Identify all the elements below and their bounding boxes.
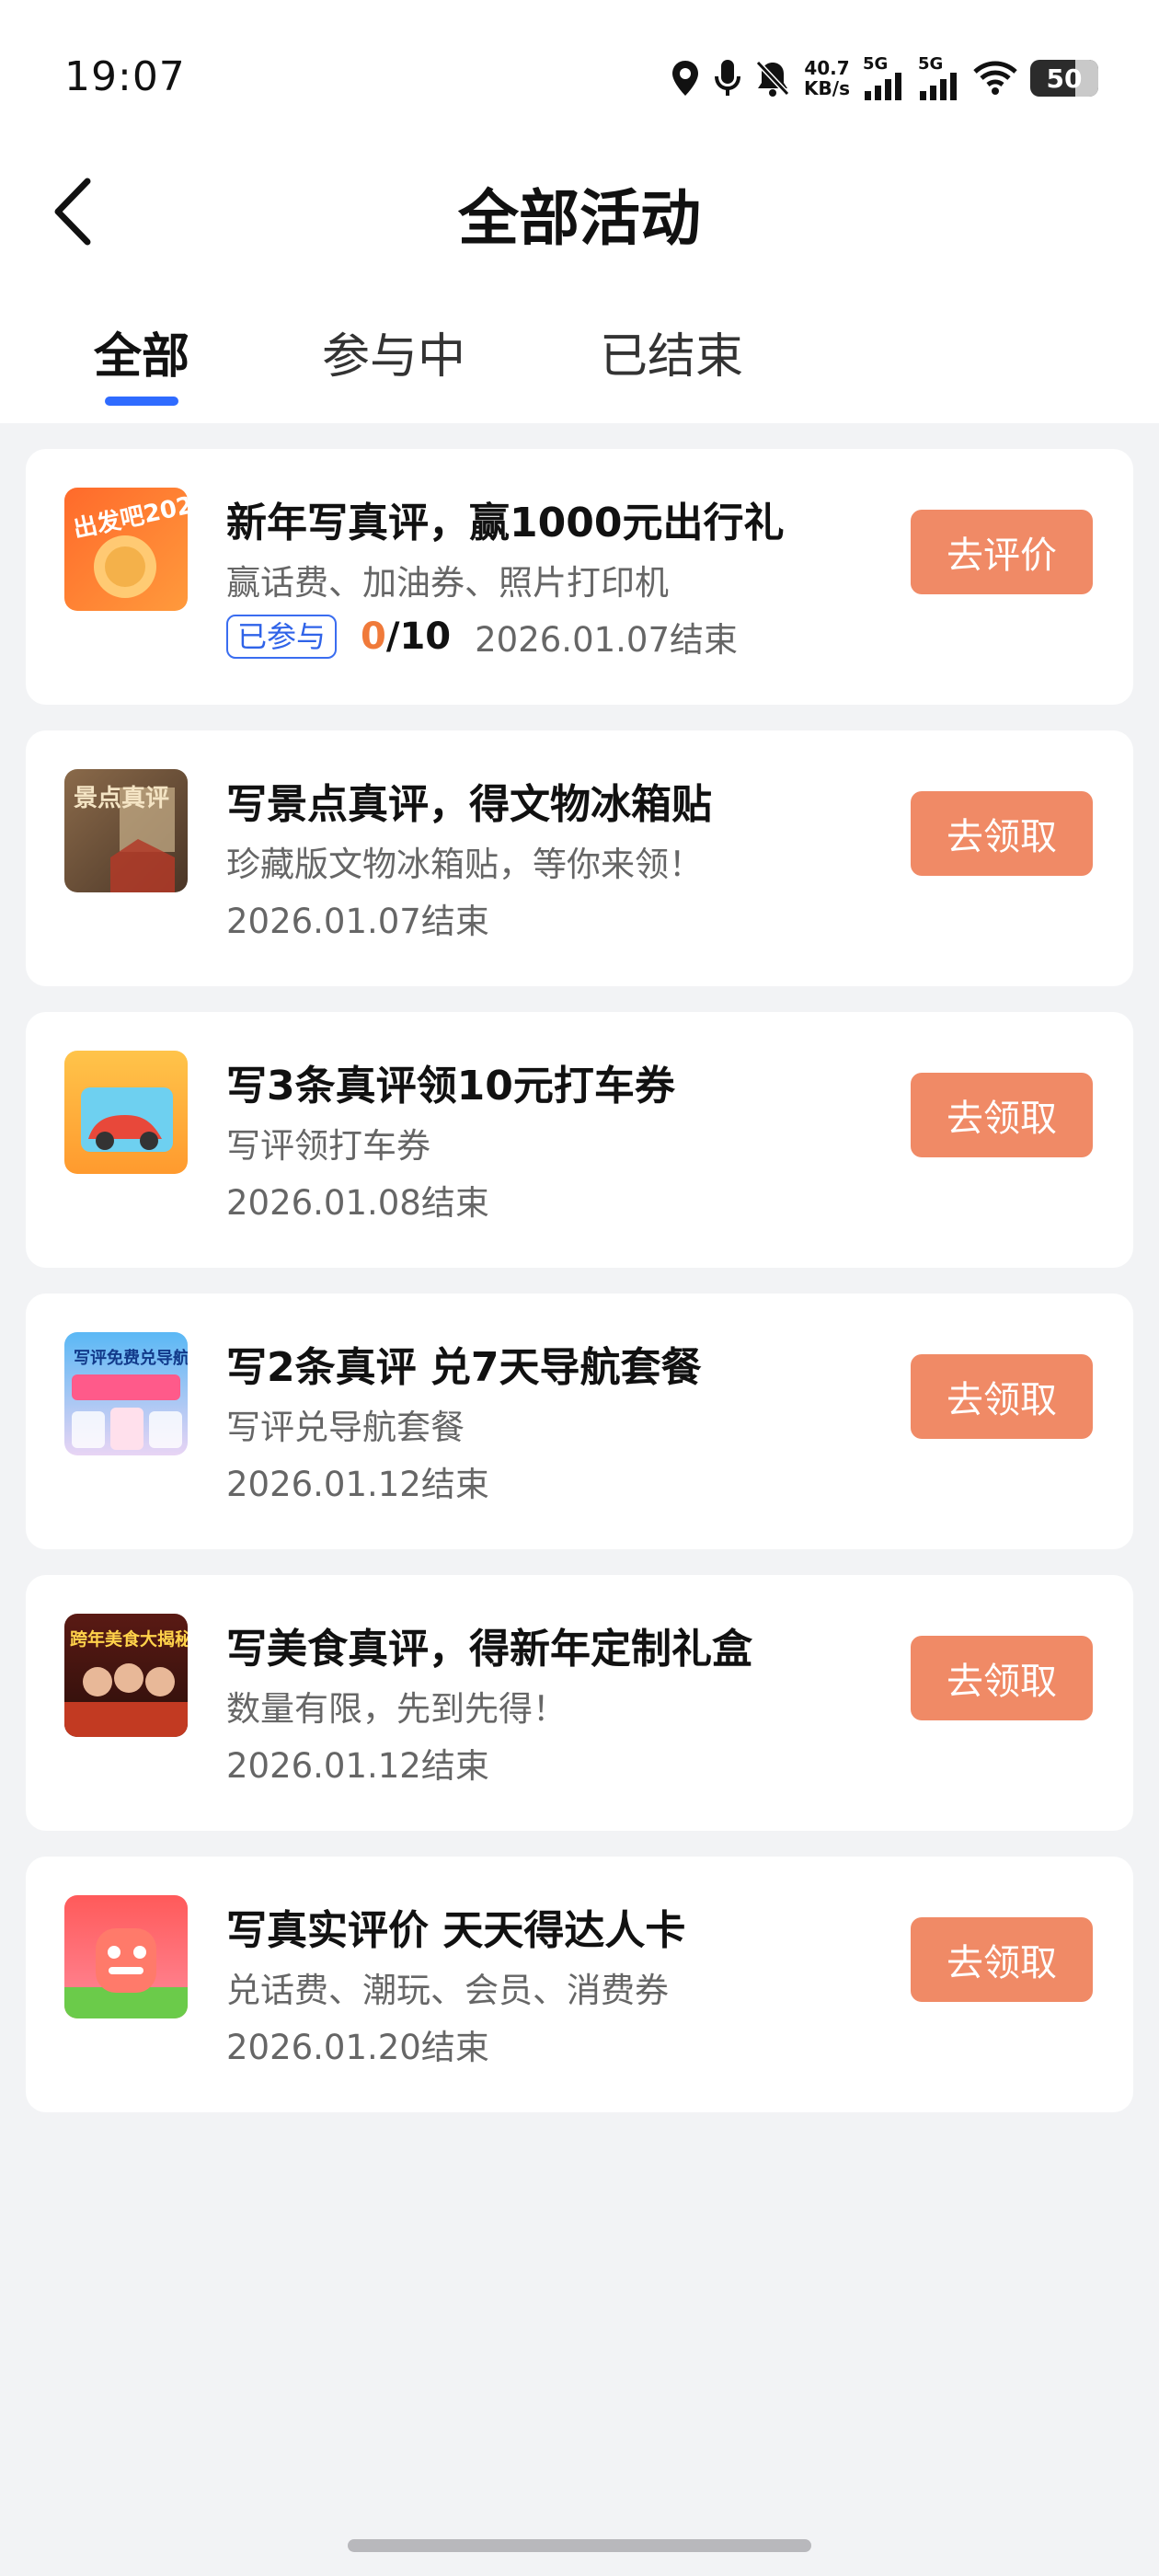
end-date: 2026.01.12结束 (226, 1746, 489, 1786)
activity-meta: 2026.01.08结束 (226, 1175, 489, 1225)
tab-bar: 全部 参与中 已结束 (0, 299, 1159, 409)
microphone-icon (714, 53, 741, 103)
end-date: 2026.01.08结束 (226, 1183, 489, 1223)
activity-thumbnail: 写评免费兑导航套餐 (64, 1332, 188, 1455)
activity-card[interactable]: 景点真评 写景点真评，得文物冰箱贴 珍藏版文物冰箱贴，等你来领！ 2026.01… (26, 730, 1133, 986)
signal-icon: 5G (918, 53, 960, 103)
activity-title: 写美食真评，得新年定制礼盒 (226, 1626, 752, 1673)
activity-thumbnail (64, 1051, 188, 1174)
activity-subtitle: 赢话费、加油券、照片打印机 (226, 563, 669, 603)
end-date: 2026.01.20结束 (226, 2028, 489, 2067)
status-icons: 40.7 KB/s 5G 5G 50 (670, 53, 1098, 103)
activity-title: 写景点真评，得文物冰箱贴 (226, 781, 712, 828)
activity-title: 写真实评价 天天得达人卡 (226, 1907, 686, 1954)
tab-ended[interactable]: 已结束 (600, 317, 743, 386)
activity-title: 新年写真评，赢1000元出行礼 (226, 500, 785, 546)
claim-button[interactable]: 去领取 (911, 1636, 1093, 1720)
svg-text:写评免费兑导航套餐: 写评免费兑导航套餐 (74, 1348, 188, 1368)
home-indicator[interactable] (348, 2539, 811, 2552)
end-date: 2026.01.07结束 (226, 902, 489, 941)
wifi-icon (973, 53, 1017, 103)
activity-subtitle: 写评领打车券 (226, 1126, 430, 1166)
mute-bell-icon (754, 53, 791, 103)
activity-thumbnail (64, 1895, 188, 2018)
end-date: 2026.01.07结束 (475, 620, 738, 660)
activity-card[interactable]: 写真实评价 天天得达人卡 兑话费、潮玩、会员、消费券 2026.01.20结束 … (26, 1857, 1133, 2112)
svg-text:景点真评: 景点真评 (74, 784, 169, 812)
activity-thumbnail: 景点真评 (64, 769, 188, 892)
review-button[interactable]: 去评价 (911, 510, 1093, 594)
activity-meta: 已参与 0/10 2026.01.07结束 (226, 612, 738, 661)
claim-button[interactable]: 去领取 (911, 791, 1093, 876)
activity-list: 出发吧2026 新年写真评，赢1000元出行礼 赢话费、加油券、照片打印机 已参… (26, 449, 1133, 2138)
activity-meta: 2026.01.12结束 (226, 1456, 489, 1506)
activity-meta: 2026.01.20结束 (226, 2019, 489, 2069)
activity-subtitle: 数量有限，先到先得！ (226, 1689, 567, 1729)
claim-button[interactable]: 去领取 (911, 1073, 1093, 1157)
claim-button[interactable]: 去领取 (911, 1917, 1093, 2002)
page-header: 全部活动 (0, 156, 1159, 258)
status-bar: 19:07 40.7 KB/s 5G 5G 50 (0, 0, 1159, 156)
activity-subtitle: 珍藏版文物冰箱贴，等你来领！ (226, 845, 703, 884)
tab-participating[interactable]: 参与中 (322, 317, 465, 386)
activity-thumbnail: 跨年美食大揭秘 (64, 1614, 188, 1737)
tab-all[interactable]: 全部 (94, 317, 189, 386)
activity-thumbnail: 出发吧2026 (64, 488, 188, 611)
activity-title: 写2条真评 兑7天导航套餐 (226, 1344, 702, 1391)
activity-subtitle: 写评兑导航套餐 (226, 1408, 465, 1447)
activity-card[interactable]: 跨年美食大揭秘 写美食真评，得新年定制礼盒 数量有限，先到先得！ 2026.01… (26, 1575, 1133, 1831)
battery-icon: 50 (1030, 53, 1098, 103)
claim-button[interactable]: 去领取 (911, 1354, 1093, 1439)
signal-icon: 5G (863, 53, 905, 103)
svg-text:跨年美食大揭秘: 跨年美食大揭秘 (70, 1628, 188, 1650)
activity-meta: 2026.01.12结束 (226, 1738, 489, 1788)
location-icon (670, 53, 701, 103)
activity-meta: 2026.01.07结束 (226, 893, 489, 943)
tab-indicator (105, 397, 178, 406)
activity-card[interactable]: 写评免费兑导航套餐 写2条真评 兑7天导航套餐 写评兑导航套餐 2026.01.… (26, 1294, 1133, 1549)
progress-count: 0/10 (361, 615, 452, 658)
end-date: 2026.01.12结束 (226, 1465, 489, 1504)
status-time: 19:07 (64, 53, 186, 100)
activity-card[interactable]: 写3条真评领10元打车券 写评领打车券 2026.01.08结束 去领取 (26, 1012, 1133, 1268)
network-speed: 40.7 KB/s (804, 57, 850, 99)
activity-subtitle: 兑话费、潮玩、会员、消费券 (226, 1971, 669, 2010)
activity-card[interactable]: 出发吧2026 新年写真评，赢1000元出行礼 赢话费、加油券、照片打印机 已参… (26, 449, 1133, 705)
page-title: 全部活动 (458, 183, 701, 254)
joined-badge: 已参与 (226, 615, 338, 659)
activity-title: 写3条真评领10元打车券 (226, 1063, 675, 1110)
